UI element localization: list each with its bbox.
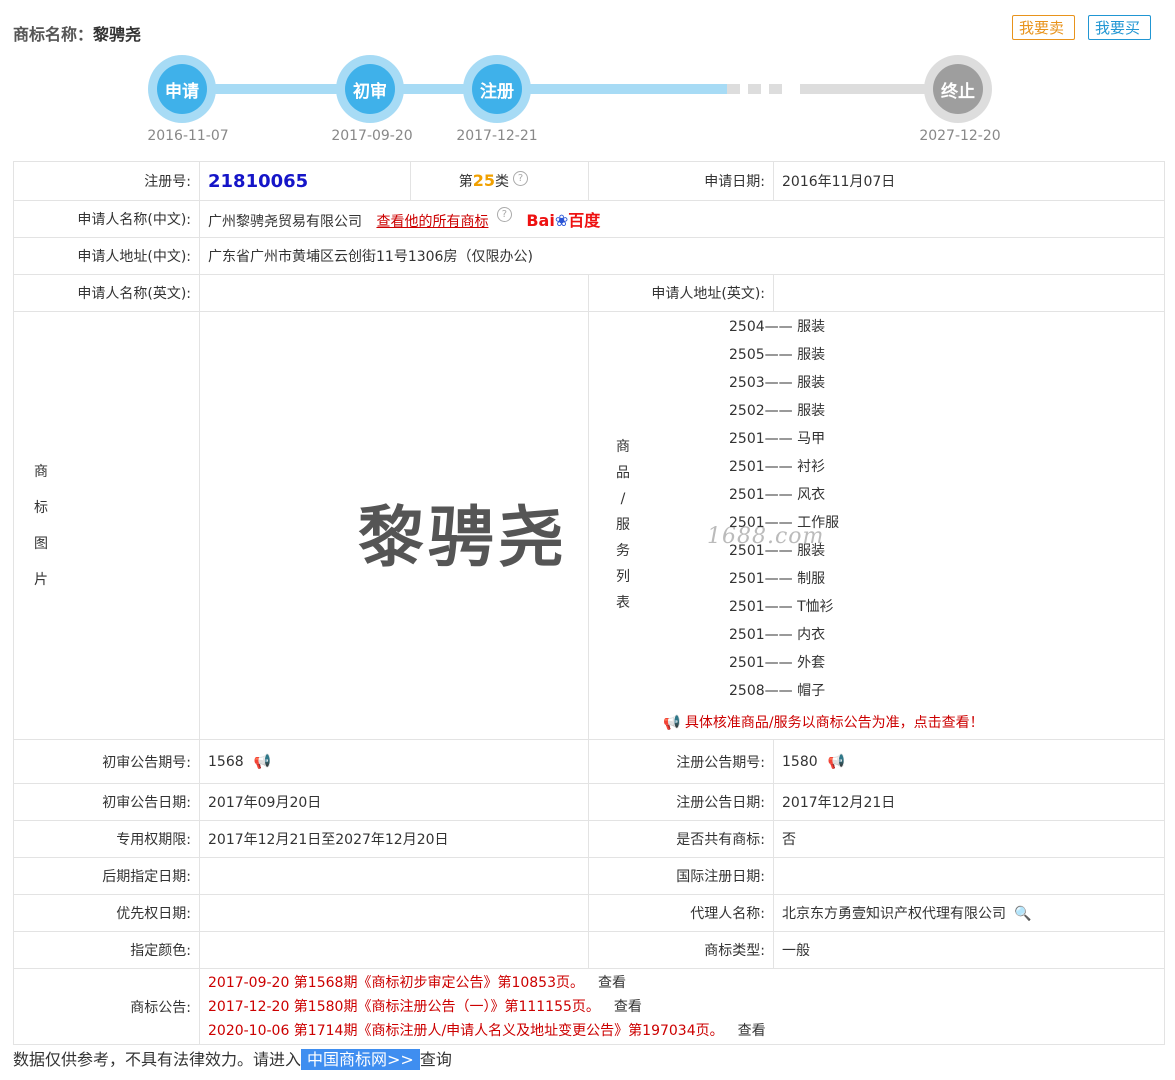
class-cell: 第25类? (410, 161, 589, 201)
list-item: 2504—— 服装 (729, 319, 826, 335)
title-label: 商标名称： (13, 25, 94, 44)
later-value (199, 857, 589, 895)
agent-label: 代理人名称: (588, 894, 774, 932)
applicant-en-value (199, 274, 589, 312)
announcements: 2017-09-20 第1568期《商标初步审定公告》第10853页。 查看 20… (199, 968, 1165, 1045)
timeline-node-apply: 申请 (148, 55, 216, 123)
timeline-date: 2016-11-07 (147, 128, 229, 144)
help-icon[interactable]: ? (496, 207, 512, 222)
megaphone-icon: 📢 (663, 715, 681, 731)
address-cn-value: 广东省广州市黄埔区云创街11号1306房（仅限办公) (199, 237, 1165, 275)
agent-cell: 北京东方勇壹知识产权代理有限公司 🔍 (773, 894, 1165, 932)
status-timeline: 申请 初审 注册 终止 2016-11-07 2017-09-20 2017-1… (0, 50, 1175, 150)
exclusive-value: 2017年12月21日至2027年12月20日 (199, 820, 589, 858)
search-icon[interactable]: 🔍 (1014, 906, 1031, 922)
applicant-cn-value: 广州黎骋尧贸易有限公司 (208, 214, 362, 230)
applicant-cn-label: 申请人名称(中文): (13, 200, 200, 238)
address-cn-label: 申请人地址(中文): (13, 237, 200, 275)
list-item: 2020-10-06 第1714期《商标注册人/申请人名义及地址变更公告》第19… (208, 1022, 766, 1039)
intl-value (773, 857, 1165, 895)
reg-pub-date-label: 注册公告日期: (588, 783, 774, 821)
list-item: 2501—— 风衣 (729, 487, 826, 503)
timeline-node-register: 注册 (463, 55, 531, 123)
reg-no-value: 21810065 (199, 161, 411, 201)
list-item: 2505—— 服装 (729, 347, 826, 363)
list-item: 2502—— 服装 (729, 403, 826, 419)
reg-pub-date-value: 2017年12月21日 (773, 783, 1165, 821)
priority-value (199, 894, 589, 932)
timeline-dots (727, 84, 800, 94)
timeline-date: 2027-12-20 (919, 128, 1001, 144)
intl-label: 国际注册日期: (588, 857, 774, 895)
prelim-date-value: 2017年09月20日 (199, 783, 589, 821)
view-all-trademarks-link[interactable]: 查看他的所有商标 (376, 214, 488, 230)
apply-date-value: 2016年11月07日 (773, 161, 1165, 201)
address-en-label: 申请人地址(英文): (588, 274, 774, 312)
reg-pub-no-label: 注册公告期号: (588, 739, 774, 784)
trademark-detail-table: 注册号: 21810065 第25类? 申请日期: 2016年11月07日 申请… (13, 161, 1165, 1045)
list-item: 2501—— 外套 (729, 655, 826, 671)
view-link[interactable]: 查看 (614, 999, 642, 1015)
buy-button[interactable]: 我要买 (1088, 15, 1151, 40)
color-label: 指定颜色: (13, 931, 200, 969)
list-item: 2501—— 工作服 (729, 515, 840, 531)
shared-label: 是否共有商标: (588, 820, 774, 858)
trademark-name: 黎骋尧 (93, 25, 142, 44)
goods-list: 2504—— 服装 2505—— 服装 2503—— 服装 2502—— 服装 … (589, 312, 1164, 705)
color-value (199, 931, 589, 969)
baidu-search-icon[interactable]: Bai❀百度 (526, 211, 600, 230)
cta-button[interactable]: 中国商标网>> (301, 1049, 420, 1070)
applicant-cn-cell: 广州黎骋尧贸易有限公司 查看他的所有商标 ? Bai❀百度 (199, 200, 1165, 238)
view-link[interactable]: 查看 (738, 1023, 766, 1039)
priority-label: 优先权日期: (13, 894, 200, 932)
ann-label: 商标公告: (13, 968, 200, 1045)
list-item: 2501—— 制服 (729, 571, 826, 587)
apply-date-label: 申请日期: (588, 161, 774, 201)
list-item: 2501—— 衬衫 (729, 459, 826, 475)
megaphone-icon[interactable]: 📢 (828, 754, 845, 770)
sell-button[interactable]: 我要卖 (1012, 15, 1075, 40)
page-title: 商标名称：黎骋尧 (13, 21, 141, 45)
applicant-en-label: 申请人名称(英文): (13, 274, 200, 312)
image-label: 商标图片 (13, 311, 200, 740)
address-en-value (773, 274, 1165, 312)
list-item: 2501—— 马甲 (729, 431, 826, 447)
goods-notice-link[interactable]: 📢 具体核准商品/服务以商标公告为准，点击查看！ (663, 712, 984, 732)
prelim-no-cell: 1568 📢 (199, 739, 589, 784)
view-link[interactable]: 查看 (598, 975, 626, 991)
list-item: 2508—— 帽子 (729, 683, 826, 699)
prelim-date-label: 初审公告日期: (13, 783, 200, 821)
shared-value: 否 (773, 820, 1165, 858)
trademark-image-cell: 黎骋尧 1688.com (199, 311, 823, 740)
type-label: 商标类型: (588, 931, 774, 969)
list-item: 2017-12-20 第1580期《商标注册公告（一）》第111155页。 查看 (208, 998, 642, 1015)
type-value: 一般 (773, 931, 1165, 969)
list-item: 2017-09-20 第1568期《商标初步审定公告》第10853页。 查看 (208, 974, 626, 991)
footer-disclaimer: 数据仅供参考，不具有法律效力。请进入 中国商标网>> 查询 (13, 1049, 452, 1070)
goods-label: 商品 / 服务列表 (616, 439, 630, 611)
megaphone-icon[interactable]: 📢 (254, 754, 271, 770)
list-item: 2501—— T恤衫 (729, 599, 834, 615)
timeline-date: 2017-09-20 (331, 128, 413, 144)
prelim-no-label: 初审公告期号: (13, 739, 200, 784)
list-item: 2501—— 服装 (729, 543, 826, 559)
trademark-image: 黎骋尧 (358, 499, 568, 576)
timeline-date: 2017-12-21 (456, 128, 538, 144)
reg-pub-no-cell: 1580 📢 (773, 739, 1165, 784)
later-label: 后期指定日期: (13, 857, 200, 895)
timeline-node-prelim: 初审 (336, 55, 404, 123)
help-icon[interactable]: ? (513, 171, 528, 186)
timeline-progress (182, 84, 727, 94)
exclusive-label: 专用权期限: (13, 820, 200, 858)
timeline-node-end: 终止 (924, 55, 992, 123)
list-item: 2501—— 内衣 (729, 627, 826, 643)
list-item: 2503—— 服装 (729, 375, 826, 391)
reg-no-label: 注册号: (13, 161, 200, 201)
goods-cell: 商品 / 服务列表 2504—— 服装 2505—— 服装 2503—— 服装 25… (588, 311, 1165, 740)
